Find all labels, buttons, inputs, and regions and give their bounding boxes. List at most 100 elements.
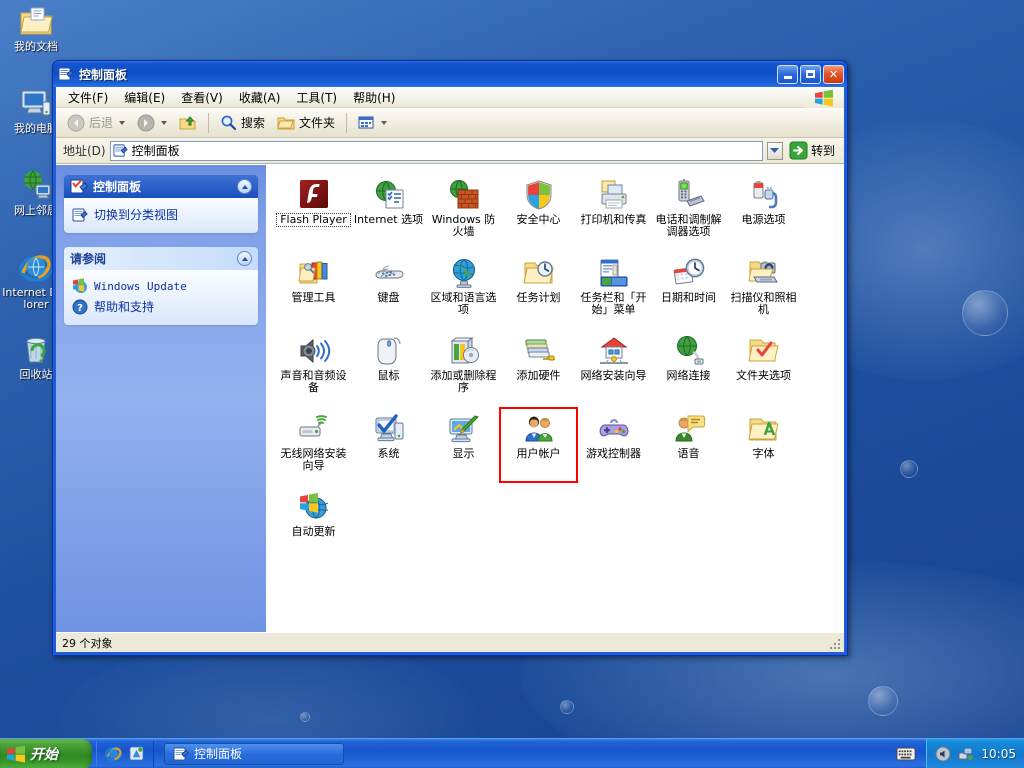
internet-explorer-icon[interactable] (105, 745, 122, 762)
task-panel-title: 控制面板 (93, 178, 141, 195)
close-button[interactable]: ✕ (823, 65, 844, 84)
control-panel-item-power-options[interactable]: 电源选项 (726, 175, 801, 247)
control-panel-item-fonts[interactable]: 字体 (726, 409, 801, 481)
display-icon (448, 413, 480, 445)
control-panel-item-scheduled-tasks[interactable]: 任务计划 (501, 253, 576, 325)
menu-item-6[interactable]: 帮助(H) (345, 87, 403, 108)
control-panel-item-keyboard[interactable]: 键盘 (351, 253, 426, 325)
control-panel-item-network-setup-wizard[interactable]: 网络安装向导 (576, 331, 651, 403)
control-panel-item-internet-options[interactable]: Internet 选项 (351, 175, 426, 247)
control-panel-item-security-center[interactable]: 安全中心 (501, 175, 576, 247)
control-panel-item-label: 无线网络安装向导 (277, 448, 350, 472)
control-panel-icon (173, 746, 189, 762)
views-dropdown-icon[interactable] (381, 121, 387, 125)
content-area: 控制面板 切换到分类视图 请参阅 Windows Update ? 帮助和支持 (56, 164, 844, 632)
resize-grip[interactable] (828, 637, 842, 651)
control-panel-item-date-time[interactable]: 日期和时间 (651, 253, 726, 325)
control-panel-item-system[interactable]: 系统 (351, 409, 426, 481)
control-panel-item-speech[interactable]: 语音 (651, 409, 726, 481)
quick-launch-bar[interactable] (96, 741, 154, 767)
show-desktop-icon[interactable] (128, 745, 145, 762)
chevron-up-icon[interactable] (237, 179, 252, 194)
control-panel-item-label: 任务栏和「开始」菜单 (577, 292, 650, 316)
keyboard-layout-icon[interactable] (896, 747, 916, 761)
control-panel-item-wireless-network-wizard[interactable]: 无线网络安装向导 (276, 409, 351, 481)
menu-bar[interactable]: 文件(F)编辑(E)查看(V)收藏(A)工具(T)帮助(H) (56, 87, 844, 108)
sounds-audio-icon (298, 335, 330, 367)
toolbar[interactable]: 后退 (56, 108, 844, 138)
control-panel-item-folder-options[interactable]: 文件夹选项 (726, 331, 801, 403)
back-button[interactable]: 后退 (62, 111, 130, 135)
control-panel-item-network-connections[interactable]: 网络连接 (651, 331, 726, 403)
address-input[interactable]: 控制面板 (110, 141, 763, 161)
control-panel-item-sounds-audio[interactable]: 声音和音频设备 (276, 331, 351, 403)
folder-icon (277, 115, 295, 131)
task-link-windows-update[interactable]: Windows Update (70, 276, 252, 296)
minimize-button[interactable] (777, 65, 798, 84)
wallpaper-bubble-4 (560, 700, 574, 714)
back-label: 后退 (89, 114, 113, 131)
up-folder-icon (179, 114, 197, 132)
back-dropdown-icon[interactable] (119, 121, 125, 125)
control-panel-item-user-accounts[interactable]: 用户帐户 (501, 409, 576, 481)
task-button-list[interactable]: 控制面板 (154, 743, 344, 765)
search-label: 搜索 (241, 114, 265, 131)
control-panel-item-printers-faxes[interactable]: 打印机和传真 (576, 175, 651, 247)
control-panel-item-taskbar-startmenu[interactable]: 任务栏和「开始」菜单 (576, 253, 651, 325)
control-panel-item-label: 系统 (352, 448, 425, 460)
control-panel-item-administrative-tools[interactable]: 管理工具 (276, 253, 351, 325)
icon-pane[interactable]: Flash Player Internet 选项 Windows 防火墙 安全中… (266, 165, 844, 632)
go-arrow-icon (789, 141, 808, 160)
menu-item-4[interactable]: 收藏(A) (231, 87, 289, 108)
menu-item-1[interactable]: 文件(F) (60, 87, 116, 108)
address-dropdown-button[interactable] (767, 142, 783, 160)
forward-button[interactable] (132, 111, 172, 135)
start-button[interactable]: 开始 (0, 739, 92, 768)
taskbar-button-control-panel[interactable]: 控制面板 (164, 743, 344, 765)
control-panel-item-windows-firewall[interactable]: Windows 防火墙 (426, 175, 501, 247)
control-panel-item-label: 日期和时间 (652, 292, 725, 304)
address-bar[interactable]: 地址(D) 控制面板 (56, 138, 844, 164)
add-remove-programs-icon (448, 335, 480, 367)
search-button[interactable]: 搜索 (215, 111, 270, 134)
control-panel-item-regional-language[interactable]: 区域和语言选项 (426, 253, 501, 325)
tray-left-area[interactable] (886, 747, 926, 761)
control-panel-item-scanners-cameras[interactable]: 扫描仪和照相机 (726, 253, 801, 325)
network-connections-icon (673, 335, 705, 367)
taskbar[interactable]: 开始 控制面板 (0, 738, 1024, 768)
address-value: 控制面板 (132, 142, 180, 159)
fonts-icon (748, 413, 780, 445)
maximize-button[interactable] (800, 65, 821, 84)
menu-item-2[interactable]: 编辑(E) (116, 87, 173, 108)
menu-item-5[interactable]: 工具(T) (288, 87, 345, 108)
folders-button[interactable]: 文件夹 (272, 111, 340, 134)
control-panel-item-label: 键盘 (352, 292, 425, 304)
task-link-control-panel-switch[interactable]: 切换到分类视图 (70, 204, 252, 225)
window-title-bar[interactable]: 控制面板 ✕ (53, 61, 847, 87)
control-panel-item-game-controllers[interactable]: 游戏控制器 (576, 409, 651, 481)
task-link-help-support[interactable]: ? 帮助和支持 (70, 296, 252, 317)
control-panel-item-add-remove-programs[interactable]: 添加或删除程序 (426, 331, 501, 403)
views-button[interactable] (353, 112, 392, 133)
forward-dropdown-icon[interactable] (161, 121, 167, 125)
control-panel-item-mouse[interactable]: 鼠标 (351, 331, 426, 403)
control-panel-item-phone-modem[interactable]: 电话和调制解调器选项 (651, 175, 726, 247)
volume-icon[interactable] (935, 746, 951, 762)
menu-item-3[interactable]: 查看(V) (173, 87, 231, 108)
status-text: 29 个对象 (62, 635, 113, 651)
explorer-window[interactable]: 控制面板 ✕ 文件(F)编辑(E)查看(V)收藏(A)工具(T)帮助(H) 后退 (52, 60, 848, 656)
chevron-up-icon[interactable] (237, 251, 252, 266)
control-panel-item-display[interactable]: 显示 (426, 409, 501, 481)
task-panel-header[interactable]: 控制面板 (64, 175, 258, 198)
up-button[interactable] (174, 111, 202, 135)
go-button[interactable]: 转到 (787, 140, 840, 161)
mouse-icon (373, 335, 405, 367)
control-panel-item-add-hardware[interactable]: 添加硬件 (501, 331, 576, 403)
windows-firewall-icon (448, 179, 480, 211)
network-activity-icon[interactable] (958, 746, 974, 762)
clock[interactable]: 10:05 (981, 747, 1016, 761)
system-tray[interactable]: 10:05 (926, 739, 1024, 768)
control-panel-item-automatic-updates[interactable]: 自动更新 (276, 487, 351, 559)
control-panel-item-flash-player[interactable]: Flash Player (276, 175, 351, 247)
task-panel-header[interactable]: 请参阅 (64, 247, 258, 270)
